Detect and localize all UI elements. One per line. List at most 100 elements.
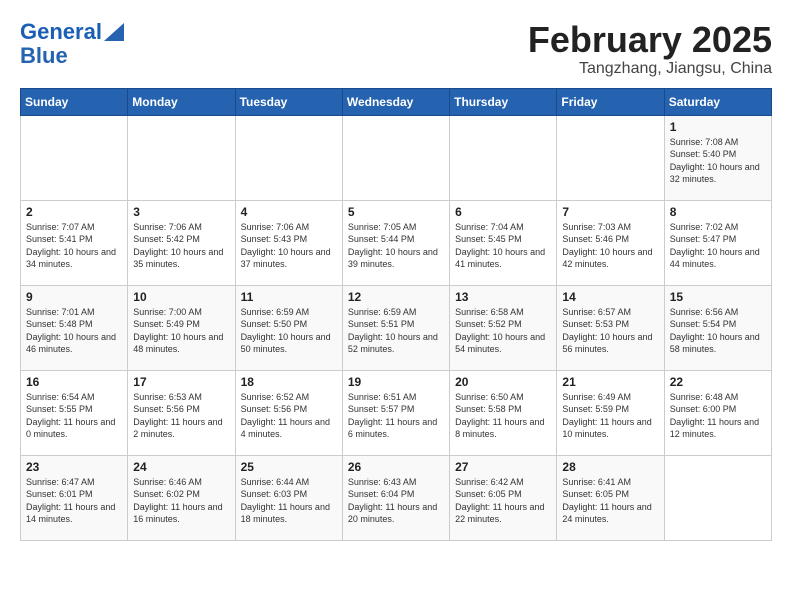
calendar-cell: 4 Sunrise: 7:06 AM Sunset: 5:43 PM Daylig…	[235, 200, 342, 285]
day-info: Sunrise: 6:54 AM Sunset: 5:55 PM Dayligh…	[26, 391, 122, 441]
day-number: 14	[562, 290, 658, 304]
day-number: 2	[26, 205, 122, 219]
day-number: 24	[133, 460, 229, 474]
day-info: Sunrise: 7:01 AM Sunset: 5:48 PM Dayligh…	[26, 306, 122, 356]
calendar-cell: 9Sunrise: 7:01 AM Sunset: 5:48 PM Daylig…	[21, 285, 128, 370]
calendar-week-row: 1 Sunrise: 7:08 AM Sunset: 5:40 PM Daylig…	[21, 115, 772, 200]
calendar-cell: 27 Sunrise: 6:42 AM Sunset: 6:05 PM Dayli…	[450, 455, 557, 540]
column-header-wednesday: Wednesday	[342, 88, 449, 115]
day-info: Sunrise: 6:58 AM Sunset: 5:52 PM Dayligh…	[455, 306, 551, 356]
day-info: Sunrise: 7:06 AM Sunset: 5:42 PM Dayligh…	[133, 221, 229, 271]
calendar-cell	[450, 115, 557, 200]
calendar-week-row: 23 Sunrise: 6:47 AM Sunset: 6:01 PM Dayli…	[21, 455, 772, 540]
calendar-cell: 7 Sunrise: 7:03 AM Sunset: 5:46 PM Daylig…	[557, 200, 664, 285]
calendar-cell	[128, 115, 235, 200]
day-number: 27	[455, 460, 551, 474]
calendar-cell: 17 Sunrise: 6:53 AM Sunset: 5:56 PM Dayli…	[128, 370, 235, 455]
day-info: Sunrise: 6:48 AM Sunset: 6:00 PM Dayligh…	[670, 391, 766, 441]
day-info: Sunrise: 6:56 AM Sunset: 5:54 PM Dayligh…	[670, 306, 766, 356]
calendar-cell: 5 Sunrise: 7:05 AM Sunset: 5:44 PM Daylig…	[342, 200, 449, 285]
calendar-cell: 28Sunrise: 6:41 AM Sunset: 6:05 PM Dayli…	[557, 455, 664, 540]
calendar-cell: 12 Sunrise: 6:59 AM Sunset: 5:51 PM Dayli…	[342, 285, 449, 370]
calendar-week-row: 2 Sunrise: 7:07 AM Sunset: 5:41 PM Daylig…	[21, 200, 772, 285]
day-number: 3	[133, 205, 229, 219]
day-info: Sunrise: 6:49 AM Sunset: 5:59 PM Dayligh…	[562, 391, 658, 441]
calendar-cell: 8 Sunrise: 7:02 AM Sunset: 5:47 PM Daylig…	[664, 200, 771, 285]
day-info: Sunrise: 6:43 AM Sunset: 6:04 PM Dayligh…	[348, 476, 444, 526]
page-header: General Blue February 2025 Tangzhang, Ji…	[20, 20, 772, 78]
day-number: 1	[670, 120, 766, 134]
column-header-monday: Monday	[128, 88, 235, 115]
day-info: Sunrise: 6:42 AM Sunset: 6:05 PM Dayligh…	[455, 476, 551, 526]
column-header-thursday: Thursday	[450, 88, 557, 115]
day-info: Sunrise: 6:41 AM Sunset: 6:05 PM Dayligh…	[562, 476, 658, 526]
calendar-cell: 19 Sunrise: 6:51 AM Sunset: 5:57 PM Dayli…	[342, 370, 449, 455]
day-info: Sunrise: 6:52 AM Sunset: 5:56 PM Dayligh…	[241, 391, 337, 441]
calendar-week-row: 9Sunrise: 7:01 AM Sunset: 5:48 PM Daylig…	[21, 285, 772, 370]
day-number: 11	[241, 290, 337, 304]
column-header-friday: Friday	[557, 88, 664, 115]
calendar-cell: 25 Sunrise: 6:44 AM Sunset: 6:03 PM Dayli…	[235, 455, 342, 540]
day-number: 8	[670, 205, 766, 219]
calendar-header-row: SundayMondayTuesdayWednesdayThursdayFrid…	[21, 88, 772, 115]
calendar-cell: 23 Sunrise: 6:47 AM Sunset: 6:01 PM Dayli…	[21, 455, 128, 540]
day-number: 17	[133, 375, 229, 389]
day-number: 4	[241, 205, 337, 219]
day-info: Sunrise: 7:04 AM Sunset: 5:45 PM Dayligh…	[455, 221, 551, 271]
day-number: 18	[241, 375, 337, 389]
calendar-table: SundayMondayTuesdayWednesdayThursdayFrid…	[20, 88, 772, 541]
day-info: Sunrise: 7:08 AM Sunset: 5:40 PM Dayligh…	[670, 136, 766, 186]
day-info: Sunrise: 6:47 AM Sunset: 6:01 PM Dayligh…	[26, 476, 122, 526]
day-info: Sunrise: 6:44 AM Sunset: 6:03 PM Dayligh…	[241, 476, 337, 526]
calendar-cell: 24 Sunrise: 6:46 AM Sunset: 6:02 PM Dayli…	[128, 455, 235, 540]
day-info: Sunrise: 6:51 AM Sunset: 5:57 PM Dayligh…	[348, 391, 444, 441]
day-number: 16	[26, 375, 122, 389]
day-number: 13	[455, 290, 551, 304]
day-number: 21	[562, 375, 658, 389]
day-info: Sunrise: 6:46 AM Sunset: 6:02 PM Dayligh…	[133, 476, 229, 526]
day-number: 23	[26, 460, 122, 474]
calendar-cell: 16 Sunrise: 6:54 AM Sunset: 5:55 PM Dayli…	[21, 370, 128, 455]
calendar-cell: 22 Sunrise: 6:48 AM Sunset: 6:00 PM Dayli…	[664, 370, 771, 455]
calendar-cell	[342, 115, 449, 200]
day-number: 12	[348, 290, 444, 304]
day-number: 7	[562, 205, 658, 219]
day-info: Sunrise: 7:06 AM Sunset: 5:43 PM Dayligh…	[241, 221, 337, 271]
day-info: Sunrise: 7:02 AM Sunset: 5:47 PM Dayligh…	[670, 221, 766, 271]
day-info: Sunrise: 7:03 AM Sunset: 5:46 PM Dayligh…	[562, 221, 658, 271]
day-number: 19	[348, 375, 444, 389]
title-block: February 2025 Tangzhang, Jiangsu, China	[528, 20, 772, 78]
location-subtitle: Tangzhang, Jiangsu, China	[528, 60, 772, 78]
calendar-cell	[664, 455, 771, 540]
day-info: Sunrise: 6:59 AM Sunset: 5:50 PM Dayligh…	[241, 306, 337, 356]
day-info: Sunrise: 6:53 AM Sunset: 5:56 PM Dayligh…	[133, 391, 229, 441]
day-number: 10	[133, 290, 229, 304]
calendar-cell: 21 Sunrise: 6:49 AM Sunset: 5:59 PM Dayli…	[557, 370, 664, 455]
calendar-cell: 18 Sunrise: 6:52 AM Sunset: 5:56 PM Dayli…	[235, 370, 342, 455]
day-info: Sunrise: 6:59 AM Sunset: 5:51 PM Dayligh…	[348, 306, 444, 356]
calendar-cell: 2 Sunrise: 7:07 AM Sunset: 5:41 PM Daylig…	[21, 200, 128, 285]
day-info: Sunrise: 7:05 AM Sunset: 5:44 PM Dayligh…	[348, 221, 444, 271]
calendar-cell: 6Sunrise: 7:04 AM Sunset: 5:45 PM Daylig…	[450, 200, 557, 285]
calendar-cell	[21, 115, 128, 200]
calendar-cell	[235, 115, 342, 200]
calendar-cell: 1 Sunrise: 7:08 AM Sunset: 5:40 PM Daylig…	[664, 115, 771, 200]
day-number: 22	[670, 375, 766, 389]
day-info: Sunrise: 6:50 AM Sunset: 5:58 PM Dayligh…	[455, 391, 551, 441]
day-number: 26	[348, 460, 444, 474]
calendar-cell: 14 Sunrise: 6:57 AM Sunset: 5:53 PM Dayli…	[557, 285, 664, 370]
calendar-cell: 11 Sunrise: 6:59 AM Sunset: 5:50 PM Dayli…	[235, 285, 342, 370]
calendar-cell: 20 Sunrise: 6:50 AM Sunset: 5:58 PM Dayli…	[450, 370, 557, 455]
logo-icon	[104, 23, 124, 41]
day-info: Sunrise: 7:07 AM Sunset: 5:41 PM Dayligh…	[26, 221, 122, 271]
day-number: 15	[670, 290, 766, 304]
calendar-cell: 26 Sunrise: 6:43 AM Sunset: 6:04 PM Dayli…	[342, 455, 449, 540]
logo-text: General	[20, 20, 102, 44]
column-header-saturday: Saturday	[664, 88, 771, 115]
day-info: Sunrise: 6:57 AM Sunset: 5:53 PM Dayligh…	[562, 306, 658, 356]
day-number: 25	[241, 460, 337, 474]
day-number: 20	[455, 375, 551, 389]
calendar-cell: 13 Sunrise: 6:58 AM Sunset: 5:52 PM Dayli…	[450, 285, 557, 370]
day-number: 5	[348, 205, 444, 219]
logo-blue-text: Blue	[20, 44, 68, 68]
